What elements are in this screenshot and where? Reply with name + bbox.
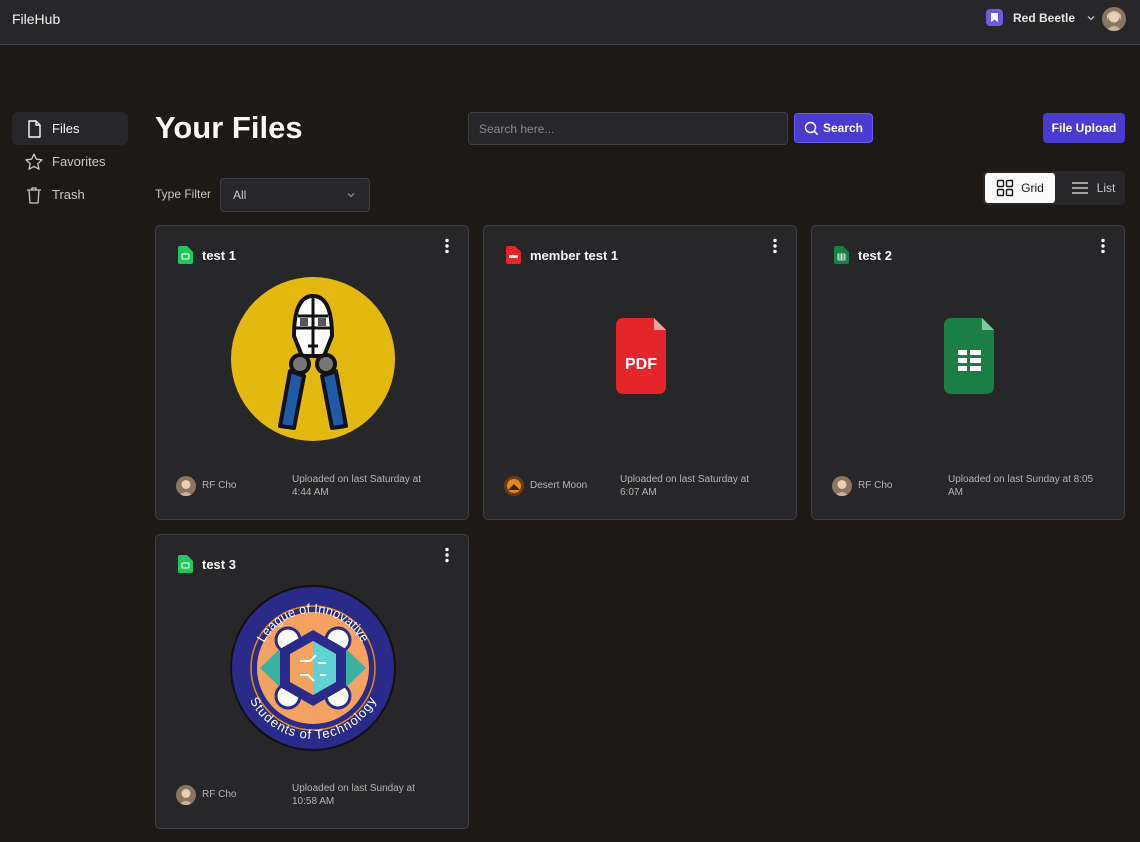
- tab-list-label: List: [1096, 181, 1116, 195]
- file-name: test 1: [202, 247, 236, 263]
- pdf-file-icon: [506, 246, 521, 264]
- upload-date: Uploaded on last Saturday at 4:44 AM: [292, 474, 421, 498]
- file-name: member test 1: [530, 247, 619, 263]
- image-file-icon: [178, 555, 193, 573]
- page-title: Your Files: [155, 110, 303, 145]
- file-card-footer: RF Cho Uploaded on last Saturday at 4:44…: [176, 472, 456, 500]
- image-file-icon: [178, 246, 193, 264]
- file-icon: [28, 119, 41, 138]
- type-filter-select[interactable]: All: [220, 178, 370, 212]
- league-logo-thumbnail: League of Innovative Students of Technol…: [230, 585, 396, 751]
- owner-name: Desert Moon: [530, 480, 588, 491]
- type-filter-value: All: [233, 188, 247, 202]
- more-options-icon[interactable]: [1100, 238, 1106, 254]
- tab-list[interactable]: List: [1063, 173, 1123, 203]
- top-bar: FileHub Red Beetle: [0, 0, 1140, 45]
- sidebar-item-files[interactable]: Files: [12, 112, 128, 145]
- upload-date: Uploaded on last Saturday at 6:07 AM: [620, 474, 749, 498]
- search-button-label: Search: [822, 121, 864, 135]
- tab-grid-label: Grid: [1021, 181, 1044, 195]
- sidebar: Files Favorites Trash: [12, 112, 128, 211]
- sidebar-item-favorites[interactable]: Favorites: [12, 145, 128, 178]
- search-icon: [804, 121, 819, 135]
- upload-date: Uploaded on last Sunday at 10:58 AM: [292, 783, 415, 807]
- file-card[interactable]: test 2 RF Cho Uploaded on last Sunday at…: [811, 225, 1125, 520]
- app-brand[interactable]: FileHub: [12, 11, 60, 27]
- grid-icon: [996, 179, 1014, 197]
- upload-date: Uploaded on last Sunday at 8:05 AM: [948, 474, 1094, 498]
- chevron-down-icon: [1087, 15, 1095, 20]
- spreadsheet-file-icon: [834, 246, 849, 264]
- user-avatar[interactable]: [1102, 7, 1126, 31]
- file-card-footer: RF Cho Uploaded on last Sunday at 10:58 …: [176, 781, 456, 809]
- star-icon: [25, 152, 43, 170]
- bookmark-icon: [986, 9, 1003, 26]
- file-card-header: test 1: [178, 246, 236, 264]
- file-card[interactable]: test 1 RF Cho Uploaded on last Saturday …: [155, 225, 469, 520]
- org-switcher[interactable]: Red Beetle: [986, 9, 1097, 26]
- file-card[interactable]: test 3 League of Innovative Students of …: [155, 534, 469, 829]
- owner-avatar: [176, 785, 196, 805]
- file-upload-button[interactable]: File Upload: [1043, 113, 1125, 143]
- file-card[interactable]: member test 1 PDF Desert Moon Uploaded o…: [483, 225, 797, 520]
- owner-name: RF Cho: [858, 480, 893, 491]
- type-filter-label: Type Filter: [155, 187, 212, 201]
- file-card-header: test 2: [834, 246, 892, 264]
- list-icon: [1071, 182, 1088, 194]
- file-card-header: member test 1: [506, 246, 618, 264]
- file-name: test 3: [202, 556, 236, 572]
- search-button[interactable]: Search: [794, 113, 873, 143]
- pdf-thumbnail-label: PDF: [625, 356, 657, 373]
- sidebar-item-label: Favorites: [52, 154, 106, 169]
- more-options-icon[interactable]: [444, 238, 450, 254]
- search-input[interactable]: [468, 112, 788, 145]
- owner-name: RF Cho: [202, 789, 237, 800]
- org-name: Red Beetle: [1013, 10, 1076, 25]
- owner-avatar: [832, 476, 852, 496]
- owner-avatar: [176, 476, 196, 496]
- chevron-down-icon: [347, 193, 355, 198]
- file-card-footer: RF Cho Uploaded on last Sunday at 8:05 A…: [832, 472, 1112, 500]
- more-options-icon[interactable]: [772, 238, 778, 254]
- file-card-footer: Desert Moon Uploaded on last Saturday at…: [504, 472, 784, 500]
- sidebar-item-label: Files: [52, 121, 80, 136]
- file-card-header: test 3: [178, 555, 236, 573]
- view-toggle: Grid List: [983, 171, 1125, 205]
- tab-grid[interactable]: Grid: [985, 173, 1055, 203]
- sidebar-item-label: Trash: [52, 187, 85, 202]
- sidebar-item-trash[interactable]: Trash: [12, 178, 128, 211]
- owner-name: RF Cho: [202, 480, 237, 491]
- spreadsheet-thumbnail-icon: [944, 318, 994, 394]
- owner-avatar: [504, 476, 524, 496]
- file-name: test 2: [858, 247, 892, 263]
- more-options-icon[interactable]: [444, 547, 450, 563]
- trash-icon: [27, 186, 41, 204]
- pdf-thumbnail-icon: PDF: [616, 318, 666, 394]
- pliers-thumbnail: [231, 277, 395, 441]
